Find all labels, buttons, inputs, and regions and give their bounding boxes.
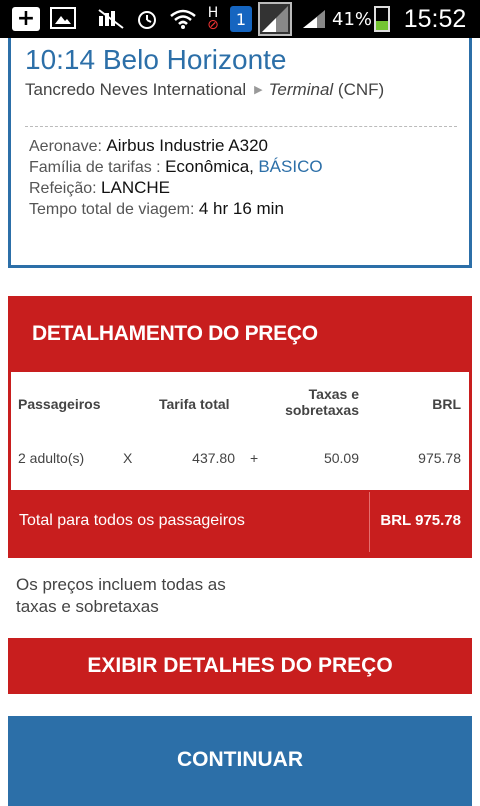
signal-strength-icon (300, 7, 328, 31)
signal-icon (258, 2, 292, 36)
add-icon: + (12, 7, 40, 31)
row-passengers: 2 adulto(s) (18, 450, 85, 466)
arrival-time-city: 10:14 Belo Horizonte (25, 44, 287, 75)
duration-row: Tempo total de viagem: 4 hr 16 min (29, 199, 284, 219)
aircraft-row: Aeronave: Airbus Industrie A320 (29, 136, 268, 156)
photo-icon (50, 7, 76, 29)
row-taxes: 50.09 (323, 450, 359, 466)
price-title: DETALHAMENTO DO PREÇO (32, 322, 318, 345)
meal-row: Refeição: LANCHE (29, 178, 170, 198)
total-row: Total para todos os passageiros BRL 975.… (11, 492, 469, 552)
aircraft-value: Airbus Industrie A320 (106, 136, 268, 155)
fare-family-link[interactable]: BÁSICO (258, 157, 322, 176)
battery-icon (374, 6, 390, 32)
airport-line: Tancredo Neves International ▶ Terminal (C… (25, 80, 384, 100)
duration-label: Tempo total de viagem: (29, 201, 195, 218)
header-taxes-line1: Taxas e (308, 386, 359, 402)
sim-icon: 1 (230, 6, 252, 32)
wifi-icon (168, 7, 198, 31)
meal-value: LANCHE (101, 178, 171, 197)
header-currency: BRL (432, 396, 461, 412)
total-divider (369, 492, 370, 552)
flight-card: 10:14 Belo Horizonte Tancredo Neves Inte… (8, 38, 472, 268)
hspa-icon: H ⊘ (207, 5, 219, 33)
status-bar: + H ⊘ 1 41% 15:52 (0, 0, 480, 38)
airport-name: Tancredo Neves International (25, 80, 247, 99)
mute-icon (96, 7, 126, 31)
row-total: 975.78 (418, 450, 461, 466)
aircraft-label: Aeronave: (29, 138, 102, 155)
header-fare-total: Tarifa total (159, 396, 230, 412)
terminal-label: Terminal (268, 80, 334, 99)
triangle-right-icon: ▶ (254, 84, 263, 96)
row-fare: 437.80 (192, 450, 235, 466)
total-value: BRL 975.78 (380, 512, 461, 529)
airport-code: (CNF) (337, 80, 385, 99)
total-label: Total para todos os passageiros (19, 512, 245, 529)
price-note: Os preços incluem todas as taxas e sobre… (16, 575, 226, 616)
fare-family-label: Família de tarifas : (29, 159, 161, 176)
row-plus: + (250, 450, 259, 466)
show-price-details-button[interactable]: EXIBIR DETALHES DO PREÇO (8, 638, 472, 694)
price-table: Passageiros Tarifa total Taxas e sobreta… (11, 372, 469, 490)
battery-percent: 41% (332, 8, 373, 30)
divider (25, 126, 457, 127)
duration-value: 4 hr 16 min (198, 199, 284, 218)
alarm-icon (134, 7, 160, 31)
meal-label: Refeição: (29, 180, 97, 197)
continue-button[interactable]: CONTINUAR (8, 716, 472, 806)
price-breakdown: DETALHAMENTO DO PREÇO Passageiros Tarifa… (8, 296, 472, 558)
fare-family-row: Família de tarifas : Econômica, BÁSICO (29, 157, 323, 177)
fare-family-value: Econômica, (165, 157, 254, 176)
header-passengers: Passageiros (18, 396, 101, 412)
header-taxes: Taxas e sobretaxas (285, 386, 359, 418)
clock: 15:52 (403, 4, 467, 33)
sim-number: 1 (235, 9, 247, 29)
row-times: X (123, 450, 133, 466)
header-taxes-line2: sobretaxas (285, 402, 359, 418)
